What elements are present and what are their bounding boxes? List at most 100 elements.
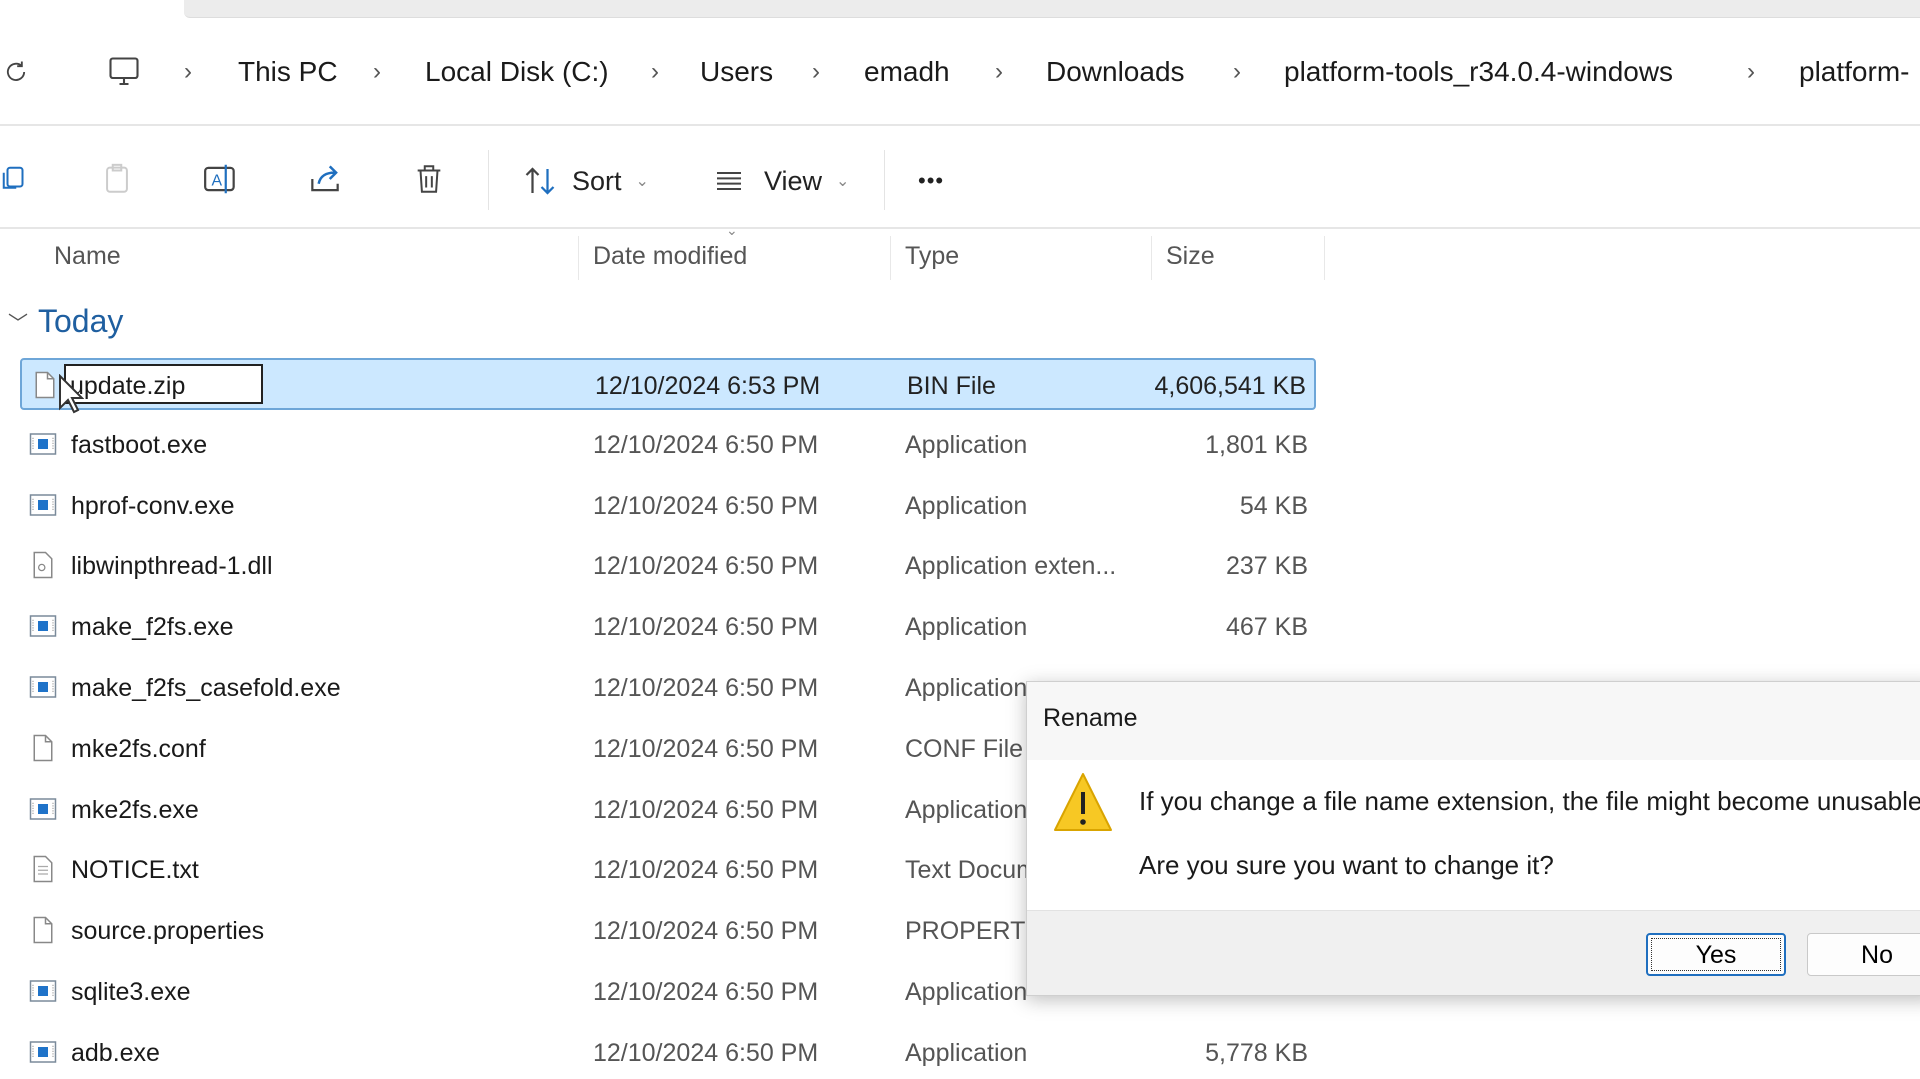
paste-icon[interactable] [100, 160, 134, 198]
warning-icon [1054, 773, 1112, 831]
sort-button[interactable]: Sort ⌄ [520, 158, 649, 204]
file-name: mke2fs.exe [71, 795, 199, 824]
application-icon [29, 493, 57, 516]
chevron-down-icon: ⌄ [635, 173, 649, 190]
application-icon [29, 1041, 57, 1063]
column-divider [890, 236, 891, 280]
dialog-message: If you change a file name extension, the… [1139, 786, 1920, 816]
file-type: Application [905, 795, 1028, 824]
file-row[interactable]: make_f2fs.exe 12/10/2024 6:50 PM Applicati… [20, 601, 1316, 653]
divider [0, 124, 1920, 126]
text-file-icon [33, 856, 53, 883]
view-label: View [764, 165, 823, 196]
yes-button[interactable]: Yes [1646, 933, 1786, 976]
file-size: 237 KB [1225, 552, 1308, 581]
file-name: make_f2fs.exe [71, 613, 234, 642]
column-divider [1151, 236, 1152, 280]
file-size: 54 KB [1239, 491, 1308, 520]
file-row[interactable]: libwinpthread-1.dll 12/10/2024 6:50 PM App… [20, 540, 1316, 592]
file-name: NOTICE.txt [71, 856, 199, 885]
breadcrumb-item[interactable]: Local Disk (C:) [425, 56, 609, 88]
column-date-modified[interactable]: Date modified [593, 242, 747, 271]
more-options-button[interactable]: ••• [918, 158, 944, 204]
breadcrumb-item[interactable]: platform- [1799, 56, 1909, 88]
breadcrumb-item[interactable]: Users [700, 56, 773, 88]
file-row[interactable]: adb.exe 12/10/2024 6:50 PM Application 5,77… [20, 1027, 1316, 1079]
rename-input[interactable]: update.zip [64, 364, 263, 404]
dll-file-icon [33, 552, 53, 579]
file-type: Application [905, 491, 1028, 520]
file-date: 12/10/2024 6:50 PM [593, 734, 819, 763]
file-size: 5,778 KB [1205, 1038, 1308, 1067]
breadcrumb-item[interactable]: platform-tools_r34.0.4-windows [1284, 56, 1673, 88]
breadcrumb-item[interactable]: This PC [238, 56, 338, 88]
rename-icon[interactable]: A [202, 160, 240, 198]
application-icon [29, 433, 57, 455]
sort-icon [525, 167, 555, 195]
file-date: 12/10/2024 6:50 PM [593, 430, 819, 459]
file-type: Application [905, 978, 1028, 1006]
file-type: Application exten... [905, 552, 1117, 581]
breadcrumb-item[interactable]: emadh [864, 56, 950, 88]
file-name: libwinpthread-1.dll [71, 552, 273, 581]
sort-indicator-icon: ⌄ [726, 222, 738, 238]
file-type: BIN File [907, 372, 996, 400]
file-size: 467 KB [1225, 613, 1308, 642]
file-type: CONF File [905, 734, 1024, 763]
divider [884, 150, 885, 210]
chevron-down-icon: ⌄ [836, 173, 850, 190]
column-type[interactable]: Type [905, 242, 959, 271]
blank-file-icon [33, 916, 53, 944]
group-label: Today [38, 303, 124, 339]
chevron-right-icon[interactable]: › [373, 58, 381, 86]
dialog-question: Are you sure you want to change it? [1139, 850, 1554, 880]
view-button[interactable]: View ⌄ [710, 158, 849, 204]
application-icon [29, 797, 57, 820]
file-date: 12/10/2024 6:50 PM [593, 613, 819, 642]
file-date: 12/10/2024 6:50 PM [593, 1038, 819, 1067]
tab-strip [184, 0, 1920, 18]
computer-icon[interactable] [106, 54, 142, 90]
share-icon[interactable] [306, 160, 344, 198]
file-name: mke2fs.conf [71, 734, 206, 763]
chevron-right-icon[interactable]: › [995, 58, 1003, 86]
view-icon [717, 172, 741, 190]
file-date: 12/10/2024 6:50 PM [593, 978, 819, 1006]
column-divider [1324, 236, 1325, 280]
file-date: 12/10/2024 6:50 PM [593, 674, 819, 702]
delete-icon[interactable] [412, 160, 446, 198]
sort-label: Sort [572, 165, 622, 196]
file-date: 12/10/2024 6:50 PM [593, 552, 819, 581]
file-date: 12/10/2024 6:50 PM [593, 491, 819, 520]
chevron-right-icon[interactable]: › [184, 58, 192, 86]
chevron-right-icon[interactable]: › [1747, 58, 1755, 86]
column-divider [578, 236, 579, 280]
copy-icon[interactable] [0, 162, 30, 196]
file-name: sqlite3.exe [71, 978, 191, 1006]
blank-file-icon [33, 734, 53, 762]
file-row[interactable]: fastboot.exe 12/10/2024 6:50 PM Applicatio… [20, 419, 1316, 471]
breadcrumb-item[interactable]: Downloads [1046, 56, 1185, 88]
file-size: 4,606,541 KB [1154, 372, 1306, 400]
divider [0, 227, 1920, 229]
mouse-cursor-icon [59, 374, 84, 414]
file-date: 12/10/2024 6:50 PM [593, 917, 819, 946]
file-row[interactable]: hprof-conv.exe 12/10/2024 6:50 PM Applicat… [20, 480, 1316, 532]
chevron-down-icon: ﹀ [8, 313, 28, 335]
file-date: 12/10/2024 6:50 PM [593, 795, 819, 824]
dialog-title: Rename [1027, 682, 1920, 760]
file-name: source.properties [71, 917, 265, 946]
file-type: Application [905, 1038, 1028, 1067]
rename-dialog: Rename If you change a file name extensi… [1026, 681, 1920, 996]
refresh-icon[interactable] [2, 58, 30, 86]
file-size: 1,801 KB [1205, 430, 1308, 459]
group-header-today[interactable]: ﹀ Today [8, 303, 123, 340]
column-name[interactable]: Name [54, 242, 121, 271]
chevron-right-icon[interactable]: › [651, 58, 659, 86]
chevron-right-icon[interactable]: › [812, 58, 820, 86]
no-button[interactable]: No [1807, 933, 1920, 976]
file-row[interactable]: update.zip 12/10/2024 6:53 PM BIN File 4,60… [20, 358, 1316, 410]
column-size[interactable]: Size [1166, 242, 1215, 271]
file-type: Application [905, 674, 1028, 702]
chevron-right-icon[interactable]: › [1233, 58, 1241, 86]
